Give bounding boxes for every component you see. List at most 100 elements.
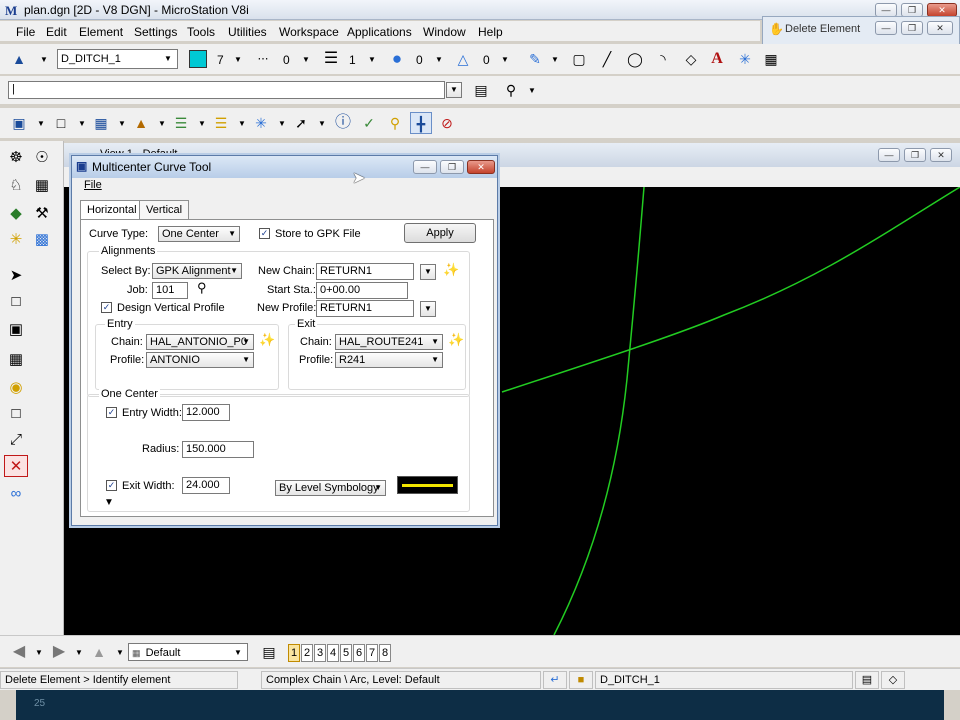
symbology-swatch[interactable] [397, 476, 458, 494]
line-style-icon[interactable]: ⋯ [252, 48, 274, 70]
modify-icon[interactable]: ▦ [4, 349, 28, 371]
people-tool-icon[interactable]: ♘ [4, 175, 28, 197]
dialog-minimize-button[interactable]: — [413, 160, 437, 174]
menu-window[interactable]: Window [423, 25, 466, 39]
sun-tool-icon[interactable]: ✳ [4, 229, 28, 251]
view-button-1[interactable]: 1 [288, 644, 300, 662]
delete-element-maximize-button[interactable]: ❐ [901, 21, 923, 35]
close-button[interactable]: ✕ [927, 3, 957, 17]
palette-icon[interactable]: ◉ [4, 377, 28, 399]
arc-tool-icon[interactable]: ◝ [652, 48, 674, 70]
lock-icon[interactable]: ■ [569, 671, 593, 689]
delete-element-tool-icon[interactable]: ✕ [4, 455, 28, 477]
chain-tool-icon[interactable]: ∞ [4, 483, 28, 505]
view-groups-icon[interactable]: ▤ [258, 641, 280, 663]
accudraw-icon[interactable]: ╋ [410, 112, 432, 134]
caret-icon[interactable]: ▼ [238, 119, 246, 128]
menu-file[interactable]: File [16, 25, 35, 39]
view-rotate-icon[interactable]: ▲ [88, 641, 110, 663]
design-vertical-checkbox[interactable]: ✓ [101, 302, 112, 313]
search-folder-icon[interactable]: ⚲ [384, 112, 406, 134]
menu-settings[interactable]: Settings [134, 25, 177, 39]
store-gpk-checkbox[interactable]: ✓ [259, 228, 270, 239]
entry-chain-pick-icon[interactable]: ✨ [259, 332, 275, 348]
new-view-icon[interactable]: ▣ [8, 112, 30, 134]
view-minimize-button[interactable]: — [878, 148, 900, 162]
road-tool-icon[interactable]: ☸ [4, 147, 28, 169]
menu-utilities[interactable]: Utilities [228, 25, 267, 39]
curve-type-select[interactable]: One Center ▼ [158, 226, 240, 242]
forward-icon[interactable]: ▶ [48, 641, 70, 663]
no-entry-icon[interactable]: ⊘ [436, 112, 458, 134]
menu-workspace[interactable]: Workspace [279, 25, 339, 39]
chain-pick-icon[interactable]: ✨ [443, 262, 459, 278]
transparency-caret-icon[interactable]: ▼ [435, 55, 443, 64]
key-in-dropdown[interactable]: ▼ [446, 82, 462, 98]
line-tool-icon[interactable]: ╱ [596, 48, 618, 70]
exit-width-checkbox[interactable]: ✓ [106, 480, 117, 491]
exit-width-field[interactable]: 24.000 [182, 477, 230, 494]
transparency-globe-icon[interactable]: ● [386, 48, 408, 70]
survey-tool-icon[interactable]: ☉ [30, 147, 54, 169]
exit-chain-pick-icon[interactable]: ✨ [448, 332, 464, 348]
caret-icon[interactable]: ▼ [198, 119, 206, 128]
new-chain-field[interactable]: RETURN1 [316, 263, 414, 280]
tasks-icon[interactable]: ✳ [250, 112, 272, 134]
place-shape-icon[interactable]: ◇ [680, 48, 702, 70]
fence-select-icon[interactable]: □ [4, 291, 28, 313]
priority-icon[interactable]: △ [452, 48, 474, 70]
entry-profile-select[interactable]: ANTONIO ▼ [146, 352, 254, 368]
measure-tool-icon[interactable]: ⚒ [30, 203, 54, 225]
design-history-icon[interactable]: ◇ [881, 671, 905, 689]
cell-tool-icon[interactable]: ✳ [734, 48, 756, 70]
entry-width-checkbox[interactable]: ✓ [106, 407, 117, 418]
symbology-select[interactable]: By Level Symbology ▼ [275, 480, 386, 496]
view-group-dropdown[interactable]: ▦ Default ▼ [128, 643, 248, 661]
select-arrow-icon[interactable]: ➤ [4, 265, 28, 287]
primary-caret-icon[interactable]: ▼ [551, 55, 559, 64]
back-icon[interactable]: ◀ [8, 641, 30, 663]
caret-icon[interactable]: ▼ [116, 648, 124, 657]
view-button-3[interactable]: 3 [314, 644, 326, 662]
line-weight-icon[interactable]: ☰ [320, 48, 342, 70]
color-swatch[interactable] [189, 50, 207, 68]
key-in-browser-icon[interactable]: ▤ [470, 79, 492, 101]
entry-width-field[interactable]: 12.000 [182, 404, 230, 421]
view-button-8[interactable]: 8 [379, 644, 391, 662]
priority-caret-icon[interactable]: ▼ [501, 55, 509, 64]
models-icon[interactable]: ☰ [170, 112, 192, 134]
new-file-icon[interactable]: □ [50, 112, 72, 134]
levels-icon[interactable]: ☰ [210, 112, 232, 134]
caret-icon[interactable]: ▼ [118, 119, 126, 128]
job-field[interactable]: 101 [152, 282, 188, 299]
caret-icon[interactable]: ▼ [158, 119, 166, 128]
minimize-button[interactable]: — [875, 3, 897, 17]
menu-element[interactable]: Element [79, 25, 123, 39]
dialog-menu-file[interactable]: File [84, 179, 102, 191]
exit-chain-select[interactable]: HAL_ROUTE241 ▼ [335, 334, 443, 350]
save-icon[interactable]: ▤ [855, 671, 879, 689]
caret-icon[interactable]: ▼ [78, 119, 86, 128]
caret-icon[interactable]: ▼ [35, 648, 43, 657]
select-by-select[interactable]: GPK Alignment ▼ [152, 263, 242, 279]
circle-tool-icon[interactable]: ◯ [624, 48, 646, 70]
search-icon[interactable]: ⚲ [197, 280, 207, 296]
raster-icon[interactable]: ▲ [130, 112, 152, 134]
references-icon[interactable]: ▦ [90, 112, 112, 134]
more-tools-icon[interactable]: ▦ [760, 48, 782, 70]
text-tool-icon[interactable]: A [706, 48, 728, 70]
view-button-2[interactable]: 2 [301, 644, 313, 662]
radius-field[interactable]: 150.000 [182, 441, 254, 458]
caret-icon[interactable]: ▼ [278, 119, 286, 128]
new-profile-field[interactable]: RETURN1 [316, 300, 414, 317]
tab-horizontal[interactable]: Horizontal [80, 200, 144, 221]
view-button-4[interactable]: 4 [327, 644, 339, 662]
weight-caret-icon[interactable]: ▼ [368, 55, 376, 64]
view-close-button[interactable]: ✕ [930, 148, 952, 162]
new-profile-dropdown[interactable]: ▼ [420, 301, 436, 317]
expand-triangle-icon[interactable]: ▼ [104, 497, 114, 508]
entry-chain-select[interactable]: HAL_ANTONIO_P0 ▼ [146, 334, 254, 350]
color-caret-icon[interactable]: ▼ [234, 55, 242, 64]
delete-element-minimize-button[interactable]: — [875, 21, 897, 35]
attributes-icon[interactable]: ▲ [8, 48, 30, 70]
